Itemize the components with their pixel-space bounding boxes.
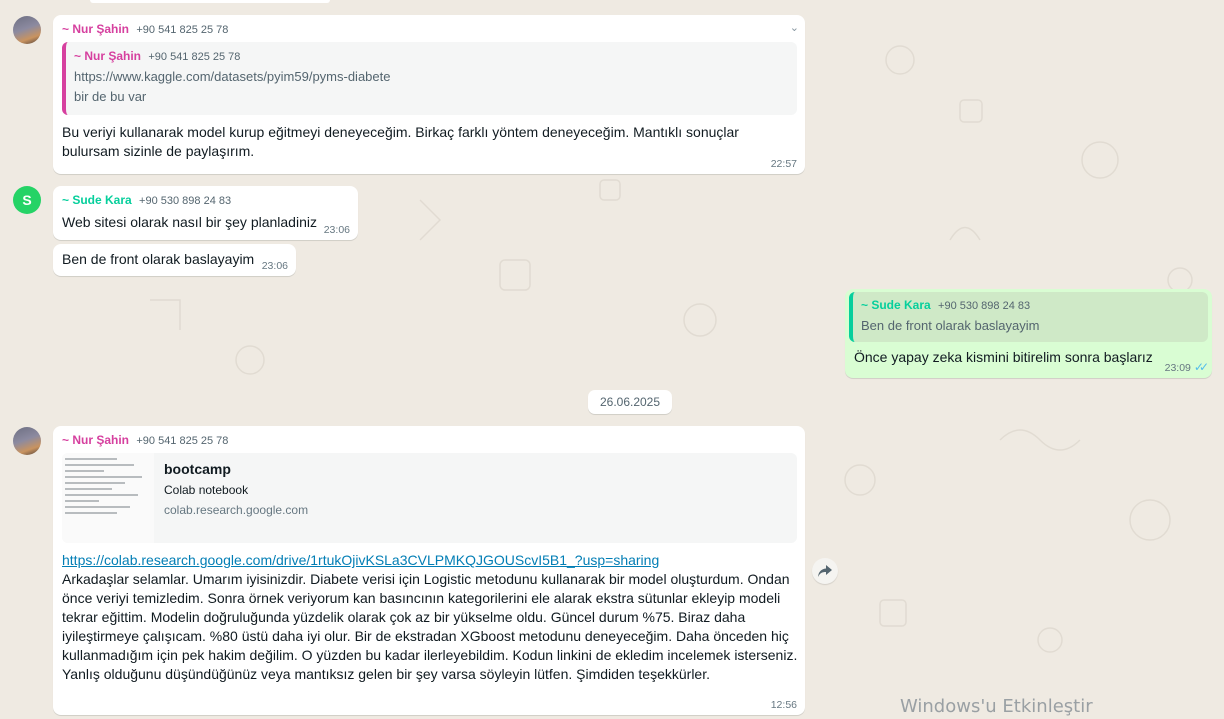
quoted-text: Ben de front olarak baslayayim (861, 318, 1040, 333)
quoted-sender-name: ~ Sude Kara (861, 298, 931, 312)
quoted-sender-phone: +90 530 898 24 83 (938, 300, 1031, 312)
date-separator: 26.06.2025 (588, 390, 672, 414)
avatar-nur-sahin[interactable] (13, 427, 41, 455)
message-bubble-1[interactable]: ⌄ ~ Nur Şahin +90 541 825 25 78 ~ Nur Şa… (53, 15, 805, 174)
quoted-text: bir de bu var (74, 89, 147, 104)
chevron-down-icon[interactable]: ⌄ (790, 21, 799, 34)
sender-phone: +90 541 825 25 78 (136, 435, 229, 447)
sender-line: ~ Sude Kara +90 530 898 24 83 (62, 192, 350, 209)
read-receipt-icon: ✓✓ (1193, 360, 1209, 374)
link-preview[interactable]: bootcamp Colab notebook colab.research.g… (62, 453, 797, 543)
sender-phone: +90 541 825 25 78 (136, 24, 229, 36)
previous-message-edge (90, 0, 330, 3)
message-time: 12:56 (770, 699, 797, 711)
message-time: 23:06 (261, 260, 288, 272)
quoted-message[interactable]: ~ Nur Şahin +90 541 825 25 78 https://ww… (62, 42, 797, 115)
link-preview-thumbnail (62, 453, 154, 543)
message-text: Arkadaşlar selamlar. Umarım iyisinizdir.… (62, 571, 798, 682)
link-preview-title: bootcamp (164, 461, 231, 477)
avatar-sude-kara[interactable]: S (13, 186, 41, 214)
sender-phone: +90 530 898 24 83 (139, 195, 232, 207)
sender-line: ~ Nur Şahin +90 541 825 25 78 (62, 21, 797, 38)
message-time: 23:06 (323, 224, 350, 236)
link-preview-description: Colab notebook (164, 483, 249, 497)
quoted-message[interactable]: ~ Sude Kara +90 530 898 24 83 Ben de fro… (849, 292, 1208, 342)
message-text: Bu veriyi kullanarak model kurup eğitmey… (62, 124, 739, 159)
avatar-initial: S (22, 192, 32, 208)
message-status: 23:09 ✓✓ (1164, 360, 1209, 374)
sender-name[interactable]: ~ Nur Şahin (62, 433, 129, 447)
forward-button[interactable] (812, 558, 838, 584)
message-bubble-3[interactable]: Ben de front olarak baslayayim 23:06 (53, 244, 296, 276)
message-text: Web sitesi olarak nasıl bir şey planladi… (62, 214, 317, 230)
message-bubble-4-outgoing[interactable]: ~ Sude Kara +90 530 898 24 83 Ben de fro… (845, 289, 1212, 378)
message-link[interactable]: https://colab.research.google.com/drive/… (62, 552, 659, 568)
message-bubble-5[interactable]: ~ Nur Şahin +90 541 825 25 78 bootcamp C… (53, 426, 805, 715)
quoted-sender: ~ Sude Kara +90 530 898 24 83 (861, 297, 1198, 314)
link-preview-site: colab.research.google.com (164, 503, 309, 517)
quoted-sender: ~ Nur Şahin +90 541 825 25 78 (74, 48, 787, 65)
quoted-sender-name: ~ Nur Şahin (74, 49, 142, 63)
avatar-nur-sahin[interactable] (13, 16, 41, 44)
message-time: 23:09 (1164, 362, 1191, 374)
sender-name[interactable]: ~ Sude Kara (62, 193, 132, 207)
message-text: Ben de front olarak baslayayim (62, 251, 255, 267)
sender-name[interactable]: ~ Nur Şahin (62, 22, 129, 36)
sender-line: ~ Nur Şahin +90 541 825 25 78 (62, 432, 797, 449)
quoted-sender-phone: +90 541 825 25 78 (148, 51, 241, 63)
message-bubble-2[interactable]: ~ Sude Kara +90 530 898 24 83 Web sitesi… (53, 186, 358, 240)
windows-activation-watermark: Windows'u Etkinleştir (900, 696, 1093, 717)
quoted-url: https://www.kaggle.com/datasets/pyim59/p… (74, 69, 391, 84)
message-time: 22:57 (770, 158, 797, 170)
message-text: Önce yapay zeka kismini bitirelim sonra … (854, 349, 1153, 365)
forward-icon (818, 565, 832, 577)
